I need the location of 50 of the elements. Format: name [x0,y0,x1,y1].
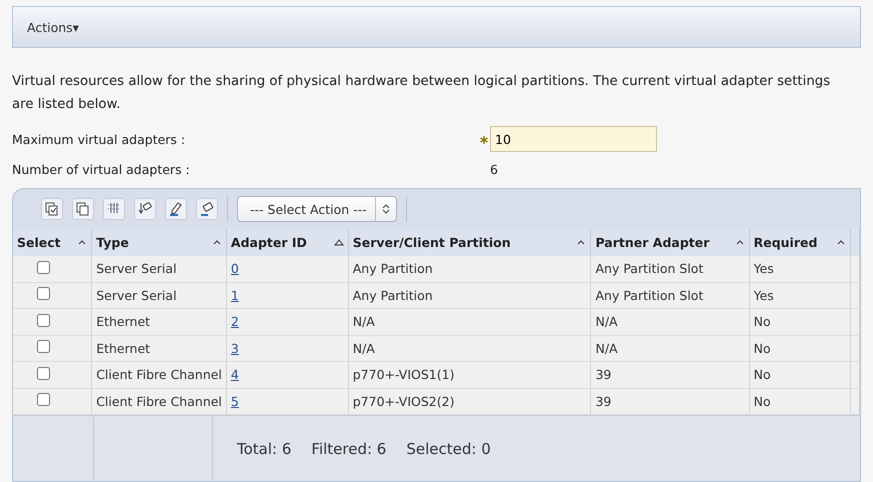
table-cell: Ethernet [92,308,226,335]
table-cell: p770+-VIOS1(1) [348,362,591,388]
column-header[interactable]: Type [92,229,226,256]
adapter-id-link[interactable]: 2 [230,314,239,330]
table-cell: No [749,362,850,388]
row-checkbox[interactable] [37,287,50,300]
filtered-count: Filtered: 6 [311,440,386,458]
table-cell-link[interactable]: 0 [226,256,348,282]
table-cell: N/A [348,308,591,335]
row-checkbox[interactable] [37,260,50,274]
table-cell: Yes [749,256,850,282]
column-header[interactable]: Partner Adapter [590,229,750,256]
table-cell: No [749,308,850,335]
table-cell: Client Fibre Channel [92,362,226,388]
table-cell: 39 [590,362,750,388]
field-label: Number of virtual adapters : [12,162,191,176]
actions-menu[interactable]: Actions▾ [27,20,79,34]
description-text: Virtual resources allow for the sharing of physical hardware between logical partitions. The current virtual adapter settings are listed below. [12,73,832,114]
edit-icon[interactable] [165,198,187,220]
table-cell-link[interactable]: 2 [226,308,348,335]
row-checkbox[interactable] [37,314,50,327]
row-checkbox[interactable] [37,393,50,406]
adapter-id-link[interactable]: 0 [230,261,239,276]
adapter-id-link[interactable]: 1 [230,288,239,303]
deselect-all-icon[interactable] [72,198,94,220]
column-header[interactable]: Required [749,229,850,256]
input-field[interactable]: 10 [490,126,657,152]
row-checkbox[interactable] [37,366,50,380]
table-cell-link[interactable]: 4 [226,362,348,388]
clear-filter-icon[interactable] [134,198,156,220]
spinner-icon [382,203,390,215]
filter-icon[interactable] [103,198,125,220]
table-cell: N/A [590,308,750,335]
select-all-icon[interactable] [41,198,63,220]
row-checkbox[interactable] [37,340,50,354]
field-label: Maximum virtual adapters : [12,132,186,146]
adapter-id-link[interactable]: 4 [230,367,239,382]
total-count: Total: 6 [237,440,292,458]
table-cell: Any Partition [348,256,591,282]
column-header[interactable]: Adapter ID [226,229,348,256]
adapter-id-link[interactable]: 5 [230,394,239,409]
column-header[interactable]: Server/Client Partition [348,229,591,256]
eraser-icon[interactable] [196,198,218,220]
adapter-id-link[interactable]: 3 [230,340,239,356]
select-action-dropdown[interactable]: --- Select Action --- [237,196,397,222]
field-value: 6 [490,162,498,176]
selected-count: Selected: 0 [406,440,491,458]
table-cell: Server Serial [92,256,226,282]
table-cell: Any Partition Slot [590,256,750,282]
column-header[interactable]: Select [13,229,92,256]
